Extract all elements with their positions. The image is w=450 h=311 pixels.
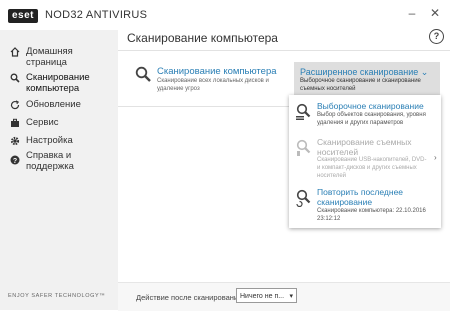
product-name: NOD32 ANTIVIRUS (45, 9, 148, 21)
advanced-scan-description: Выборочное сканирование и сканирование с… (300, 78, 421, 92)
sidebar-item-label: Настройка (26, 135, 73, 146)
svg-text:?: ? (13, 158, 17, 165)
after-scan-select[interactable]: Ничего не п... ▾ (236, 288, 297, 303)
menu-item-description: Выбор объектов сканирования, уровня удал… (317, 112, 426, 126)
divider (118, 50, 450, 51)
home-icon (10, 47, 20, 57)
computer-scan-link[interactable]: Сканирование компьютера (157, 66, 277, 77)
removable-media-icon (296, 139, 312, 157)
minimize-button[interactable]: – (405, 6, 419, 20)
menu-item-description: Сканирование компьютера: 22.10.2016 23:1… (317, 208, 426, 222)
refresh-icon (10, 100, 20, 110)
close-button[interactable]: ✕ (428, 6, 442, 20)
sidebar-item-home[interactable]: Домашняя страница (0, 46, 118, 70)
sidebar-item-help[interactable]: ? Справка и поддержка (0, 150, 118, 174)
page-title: Сканирование компьютера (127, 31, 278, 45)
custom-scan-icon (296, 103, 312, 121)
sidebar-item-label: Сервис (26, 117, 59, 128)
repeat-scan-icon (296, 189, 312, 208)
eset-logo: eset (8, 9, 39, 23)
sidebar-item-settings[interactable]: Настройка (0, 135, 118, 147)
help-icon[interactable]: ? (429, 29, 444, 44)
menu-item-description: Сканирование USB-накопителей, DVD- и ком… (317, 157, 427, 179)
chevron-down-icon: ▾ (289, 293, 293, 300)
sidebar-item-computer-scan[interactable]: Сканирование компьютера (0, 72, 118, 96)
menu-item-custom-scan[interactable]: Выборочное сканирование (317, 101, 435, 111)
sidebar-item-tools[interactable]: Сервис (0, 117, 118, 129)
sidebar-item-label: Домашняя страница (26, 46, 73, 68)
sidebar-item-label: Справка и поддержка (26, 150, 74, 172)
help-circle-icon: ? (10, 155, 20, 165)
chevron-right-icon: › (434, 153, 437, 162)
magnifier-icon (135, 66, 151, 82)
after-scan-value: Ничего не п... (240, 293, 285, 300)
sidebar-item-update[interactable]: Обновление (0, 99, 118, 111)
search-icon (10, 73, 20, 83)
menu-item-repeat-last-scan[interactable]: Повторить последнее сканирование (317, 187, 435, 207)
advanced-scan-text: Расширенное сканирование (300, 67, 419, 77)
computer-scan-description: Сканирование всех локальных дисков и уда… (157, 78, 269, 92)
divider (118, 106, 289, 107)
menu-item-removable-scan[interactable]: Сканирование съемных носителей (317, 137, 429, 157)
sidebar-item-label: Обновление (26, 99, 81, 110)
tagline: ENJOY SAFER TECHNOLOGY™ (8, 293, 106, 299)
briefcase-icon (10, 118, 20, 128)
sidebar-item-label: Сканирование компьютера (26, 72, 90, 94)
gear-icon (10, 136, 20, 146)
chevron-down-icon: ⌄ (420, 67, 429, 77)
after-scan-label: Действие после сканирования (136, 293, 243, 302)
